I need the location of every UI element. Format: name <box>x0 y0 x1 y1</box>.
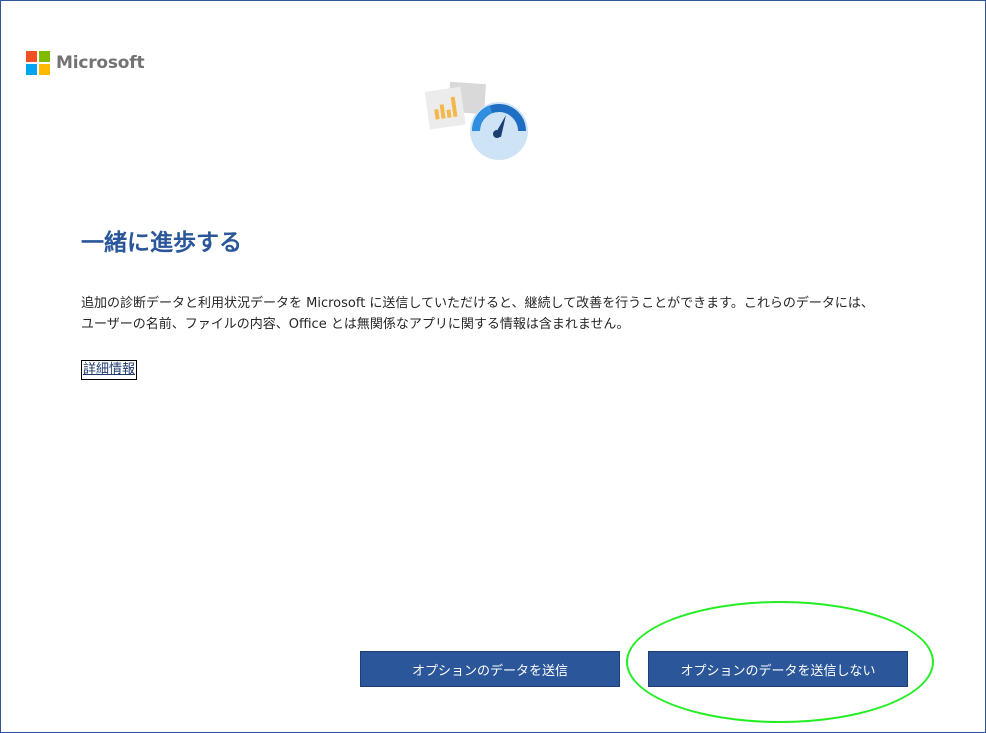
microsoft-logo-icon <box>26 51 50 75</box>
privacy-dialog-window: Microsoft 一緒に進歩する 追加の診断データと利用状況データを Micr… <box>0 0 986 733</box>
page-title: 一緒に進歩する <box>81 230 242 256</box>
microsoft-logo: Microsoft <box>26 51 145 75</box>
microsoft-wordmark: Microsoft <box>56 53 145 73</box>
send-optional-data-button[interactable]: オプションのデータを送信 <box>360 651 620 687</box>
diagnostics-gauge-icon <box>424 81 528 160</box>
description-text: 追加の診断データと利用状況データを Microsoft に送信していただけると、… <box>81 296 874 332</box>
dont-send-optional-data-button[interactable]: オプションのデータを送信しない <box>648 651 908 687</box>
learn-more-link[interactable]: 詳細情報 <box>81 360 138 380</box>
